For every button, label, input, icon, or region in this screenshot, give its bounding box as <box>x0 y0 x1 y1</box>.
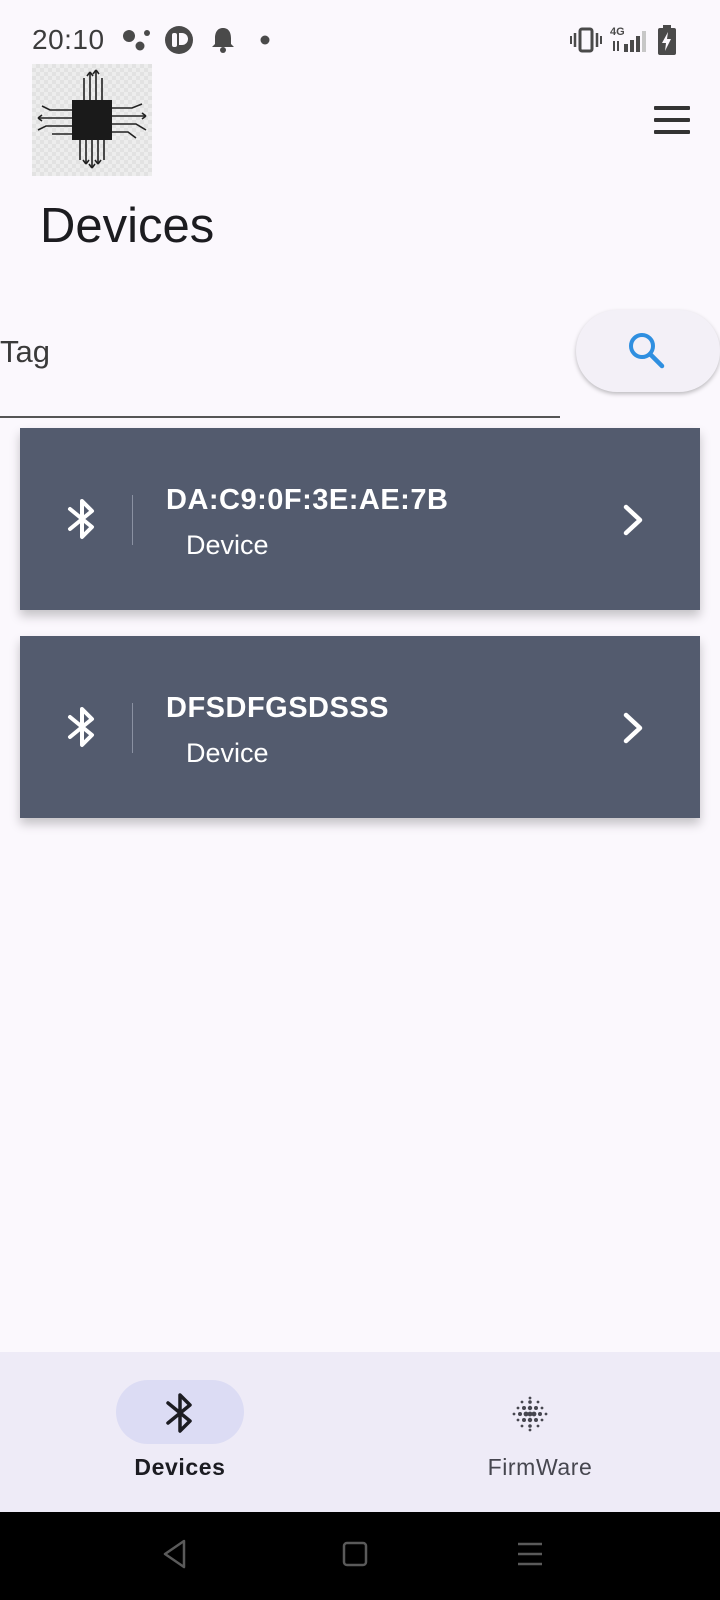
nav-item-devices[interactable]: Devices <box>0 1352 360 1512</box>
assistant-dots-icon <box>123 30 150 51</box>
device-list: DA:C9:0F:3E:AE:7B Device DFSDFGSDSSS Dev… <box>20 428 700 844</box>
home-icon[interactable] <box>340 1538 370 1570</box>
back-icon[interactable] <box>160 1538 190 1570</box>
page-title: Devices <box>40 199 215 253</box>
app-logo <box>32 64 152 176</box>
signal-icon <box>613 31 646 52</box>
system-navigation-bar <box>0 1512 720 1600</box>
device-card[interactable]: DFSDFGSDSSS Device <box>20 636 700 818</box>
hamburger-menu-bar <box>654 118 690 122</box>
chevron-right-icon[interactable] <box>618 710 648 746</box>
search-icon <box>629 333 665 369</box>
card-divider <box>132 703 133 753</box>
nav-label-devices: Devices <box>134 1454 226 1480</box>
nav-item-firmware[interactable]: FirmWare <box>360 1352 720 1512</box>
app-notification-icon <box>165 26 193 54</box>
search-button[interactable] <box>576 310 720 392</box>
chevron-right-icon[interactable] <box>618 502 648 538</box>
tag-search-field <box>0 300 560 418</box>
circuit-chip-logo <box>37 69 147 169</box>
device-type: Device <box>186 738 269 768</box>
bluetooth-icon <box>68 707 94 747</box>
status-time: 20:10 <box>32 24 105 55</box>
hamburger-menu-icon <box>654 106 690 110</box>
device-name: DFSDFGSDSSS <box>166 692 390 724</box>
device-card[interactable]: DA:C9:0F:3E:AE:7B Device <box>20 428 700 610</box>
bluetooth-icon <box>68 499 94 539</box>
bottom-navigation: Devices FirmWare <box>0 1352 720 1512</box>
dot-icon <box>260 35 270 45</box>
nav-label-firmware: FirmWare <box>487 1454 593 1480</box>
battery-charging-icon <box>658 25 676 55</box>
bell-icon <box>212 28 234 53</box>
hamburger-menu-bar <box>654 130 690 134</box>
dotted-grid-icon <box>512 1396 548 1432</box>
tag-search-input[interactable] <box>0 322 540 382</box>
bluetooth-icon <box>166 1393 192 1433</box>
card-divider <box>132 495 133 545</box>
vibrate-icon <box>570 27 602 53</box>
device-type: Device <box>186 530 269 560</box>
hamburger-menu-button[interactable] <box>646 102 692 138</box>
device-name: DA:C9:0F:3E:AE:7B <box>166 484 449 516</box>
recents-icon[interactable] <box>515 1538 545 1570</box>
